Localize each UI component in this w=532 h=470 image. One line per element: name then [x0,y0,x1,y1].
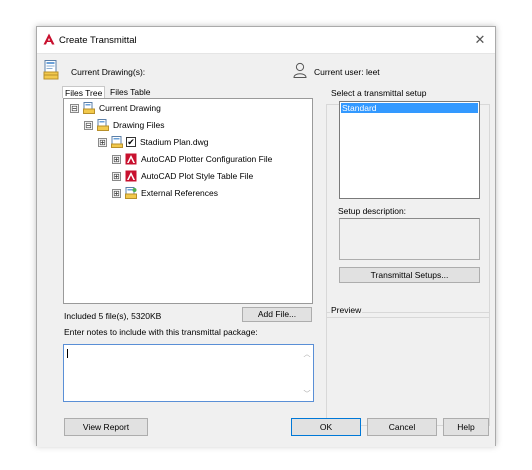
setup-description-label: Setup description: [338,206,407,216]
files-tree[interactable]: ⊟ Current Drawing ⊟ Drawing Files ⊞ ✔ St… [63,98,313,304]
tab-files-table[interactable]: Files Table [108,86,152,98]
user-icon [293,62,307,78]
tree-item-plotter-config[interactable]: ⊞ AutoCAD Plotter Configuration File [64,152,312,166]
include-checkbox[interactable]: ✔ [126,137,136,147]
drawing-files-icon [97,119,109,131]
notes-label: Enter notes to include with this transmi… [64,327,258,337]
tree-item-stadium-plan[interactable]: ⊞ ✔ Stadium Plan.dwg [64,135,312,149]
scroll-down-icon[interactable]: ﹀ [303,389,311,399]
tree-item-label: Drawing Files [113,120,165,130]
scroll-up-icon[interactable]: ︿ [303,349,311,359]
add-file-button[interactable]: Add File... [242,307,312,322]
tree-item-label: AutoCAD Plot Style Table File [141,171,254,181]
setup-label: Select a transmittal setup [330,88,428,98]
notes-textarea[interactable]: ︿ ﹀ [63,344,314,402]
autocad-logo-icon [43,33,55,45]
transmittal-drawings-icon [43,60,59,80]
notes-scrollbar[interactable]: ︿ ﹀ [301,345,313,401]
autocad-file-icon [125,170,137,182]
title-bar: Create Transmittal ✕ [37,27,495,53]
included-files-summary: Included 5 file(s), 5320KB [64,311,162,321]
xref-icon [125,187,137,199]
help-button[interactable]: Help [443,418,489,436]
preview-group [326,312,490,426]
transmittal-setup-list[interactable]: Standard [339,101,480,199]
cancel-button[interactable]: Cancel [367,418,437,436]
tree-item-label: AutoCAD Plotter Configuration File [141,154,273,164]
dialog-client-area: Current Drawing(s): Current user: leet F… [37,53,495,447]
create-transmittal-dialog: Create Transmittal ✕ Current Drawing(s):… [36,26,496,447]
expand-icon[interactable]: ⊞ [98,138,107,147]
setup-item-standard[interactable]: Standard [341,103,478,113]
drawing-set-icon [83,102,95,114]
text-caret [67,349,68,358]
preview-label: Preview [330,305,363,315]
tree-item-current-drawing[interactable]: ⊟ Current Drawing [64,101,312,115]
tab-files-tree[interactable]: Files Tree [62,86,106,98]
current-user-label: Current user: leet [314,67,380,77]
expand-icon[interactable]: ⊞ [112,189,121,198]
tree-item-label: Current Drawing [99,103,161,113]
collapse-icon[interactable]: ⊟ [70,104,79,113]
setup-description-box [339,218,480,260]
tree-item-label: External References [141,188,219,198]
ok-button[interactable]: OK [291,418,361,436]
window-title: Create Transmittal [59,35,137,46]
autocad-file-icon [125,153,137,165]
transmittal-setups-button[interactable]: Transmittal Setups... [339,267,480,283]
tree-item-plot-style[interactable]: ⊞ AutoCAD Plot Style Table File [64,169,312,183]
view-report-button[interactable]: View Report [64,418,148,436]
close-button[interactable]: ✕ [471,31,489,49]
tree-item-drawing-files[interactable]: ⊟ Drawing Files [64,118,312,132]
expand-icon[interactable]: ⊞ [112,155,121,164]
tree-item-external-references[interactable]: ⊞ External References [64,186,312,200]
collapse-icon[interactable]: ⊟ [84,121,93,130]
dwg-file-icon [111,136,123,148]
expand-icon[interactable]: ⊞ [112,172,121,181]
tree-item-label: Stadium Plan.dwg [140,137,209,147]
current-drawings-label: Current Drawing(s): [71,67,146,77]
